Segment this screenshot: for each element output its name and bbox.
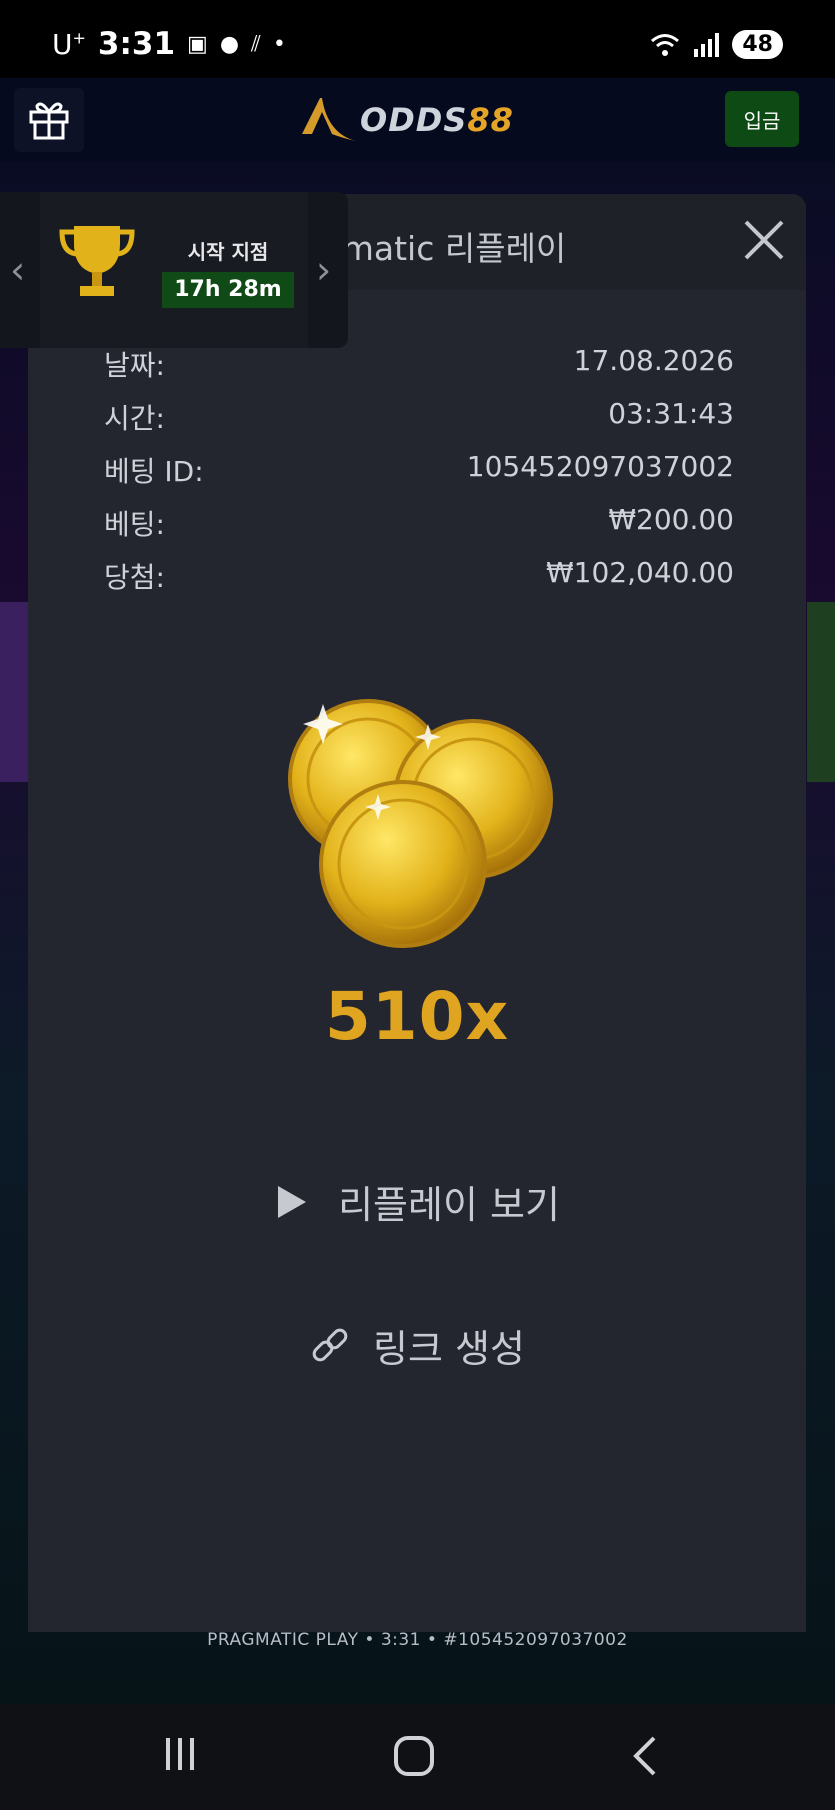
dot-icon: • — [272, 31, 286, 57]
notification-icon: ⫽ — [251, 31, 261, 57]
system-nav-bar — [0, 1704, 835, 1810]
home-icon[interactable] — [392, 1734, 436, 1778]
detail-value: 03:31:43 — [608, 397, 734, 430]
detail-value: 17.08.2026 — [573, 344, 734, 377]
back-icon[interactable] — [628, 1734, 662, 1778]
message-icon: ● — [219, 31, 240, 57]
detail-label: 당첨: — [104, 561, 165, 594]
detail-row-time: 시간: 03:31:43 — [104, 397, 734, 450]
game-reel-right-edge — [807, 602, 835, 782]
logo-mark-icon — [302, 98, 360, 142]
detail-label: 시간: — [104, 402, 165, 435]
recent-apps-icon[interactable] — [160, 1734, 200, 1774]
bet-details: 날짜: 17.08.2026 시간: 03:31:43 베팅 ID: 10545… — [104, 344, 734, 609]
detail-row-win: 당첨: ₩102,040.00 — [104, 556, 734, 609]
game-footer-info: PRAGMATIC PLAY • 3:31 • #105452097037002 — [207, 1630, 628, 1650]
status-bar: U+ 3:31 ▣ ● ⫽ • 48 — [0, 0, 835, 78]
signal-icon — [694, 32, 720, 57]
battery-indicator: 48 — [732, 30, 783, 59]
status-left: U+ 3:31 ▣ ● ⫽ • — [52, 26, 286, 62]
detail-value: ₩102,040.00 — [545, 556, 734, 589]
app-header: ODDS88 입금 — [0, 78, 835, 162]
odds88-logo[interactable]: ODDS88 — [298, 92, 514, 148]
detail-row-date: 날짜: 17.08.2026 — [104, 344, 734, 397]
game-reel-left-edge — [0, 602, 28, 782]
chevron-right-icon[interactable]: › — [316, 248, 331, 292]
deposit-button[interactable]: 입금 — [725, 91, 799, 147]
status-time: 3:31 — [97, 26, 176, 62]
detail-value: 105452097037002 — [466, 450, 734, 483]
status-right: 48 — [650, 30, 783, 59]
create-link-button[interactable]: 링크 생성 — [28, 1318, 806, 1373]
detail-label: 베팅 ID: — [104, 455, 204, 488]
close-icon[interactable] — [738, 214, 790, 266]
detail-label: 베팅: — [104, 508, 165, 541]
replay-modal: Pragmatic 리플레이 날짜: 17.08.2026 시간: 03:31:… — [28, 194, 806, 1632]
tournament-timer: 17h 28m — [162, 272, 294, 308]
watch-replay-button[interactable]: 리플레이 보기 — [28, 1174, 806, 1229]
tournament-widget[interactable]: ‹ › 시작 지점 17h 28m — [0, 192, 348, 348]
detail-value: ₩200.00 — [608, 503, 734, 536]
tournament-label: 시작 지점 — [187, 240, 269, 264]
chevron-left-icon[interactable]: ‹ — [10, 248, 25, 292]
win-multiplier: 510x — [324, 978, 510, 1055]
detail-row-bet: 베팅: ₩200.00 — [104, 503, 734, 556]
play-icon — [278, 1185, 307, 1218]
detail-label: 날짜: — [104, 349, 165, 382]
logo-text: ODDS88 — [360, 101, 514, 139]
gift-icon — [29, 102, 69, 140]
carrier-label: U+ — [52, 27, 86, 61]
gift-button[interactable] — [14, 88, 84, 152]
trophy-icon — [59, 226, 135, 296]
create-link-label: 링크 생성 — [373, 1327, 525, 1371]
gold-coins-icon — [288, 699, 553, 948]
wifi-icon — [651, 33, 680, 56]
detail-row-bet-id: 베팅 ID: 105452097037002 — [104, 450, 734, 503]
link-icon — [312, 1328, 348, 1361]
screenshot-icon: ▣ — [187, 31, 208, 57]
watch-replay-label: 리플레이 보기 — [338, 1183, 560, 1227]
